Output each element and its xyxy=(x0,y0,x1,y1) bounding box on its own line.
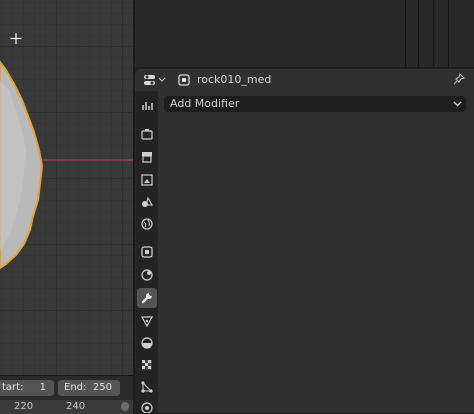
tab-particles[interactable] xyxy=(137,311,157,331)
start-frame-field[interactable]: tart: 1 xyxy=(0,380,54,396)
chevron-down-icon xyxy=(453,101,462,107)
object-name: rock010_med xyxy=(197,73,272,86)
scene-icon xyxy=(142,196,153,207)
tab-object[interactable] xyxy=(137,242,157,262)
physics-constraint-icon xyxy=(141,337,153,349)
properties-editor-icon xyxy=(144,75,166,85)
particles-icon xyxy=(140,316,154,328)
render-icon xyxy=(141,129,153,140)
3d-viewport[interactable] xyxy=(0,0,133,375)
tab-physics-constraints[interactable] xyxy=(137,333,157,353)
divider xyxy=(405,0,406,67)
scrollbar-handle[interactable] xyxy=(121,402,129,411)
wrench-icon xyxy=(141,293,152,304)
tab-physics[interactable] xyxy=(137,265,157,285)
world-icon xyxy=(141,218,153,230)
ruler-label: 240 xyxy=(66,401,86,412)
object-icon xyxy=(141,246,153,258)
modifiers-panel: Add Modifier xyxy=(158,91,474,413)
end-frame-label: End: xyxy=(64,382,87,393)
object-icon xyxy=(177,73,191,87)
divider xyxy=(418,0,419,67)
divider xyxy=(433,0,434,67)
viewport-scene xyxy=(0,33,133,270)
ruler-label: 220 xyxy=(14,401,34,412)
tab-view-layer[interactable] xyxy=(137,170,157,190)
tab-modifiers[interactable] xyxy=(137,288,157,308)
frame-ruler[interactable]: 220 240 xyxy=(0,400,133,414)
properties-editor: rock010_med Add Modifier xyxy=(135,69,474,413)
editor-type-button[interactable] xyxy=(141,72,167,88)
view-layer-icon xyxy=(141,174,153,186)
tab-render[interactable] xyxy=(137,124,157,144)
tab-texture[interactable] xyxy=(137,355,157,375)
pin-icon[interactable] xyxy=(452,72,466,86)
end-frame-value: 250 xyxy=(92,382,112,393)
tab-object-data[interactable] xyxy=(137,377,157,397)
3d-cursor-icon xyxy=(10,33,22,44)
output-icon xyxy=(142,152,152,163)
properties-tabs xyxy=(135,91,158,413)
physics-icon xyxy=(141,269,153,281)
tab-scene[interactable] xyxy=(137,192,157,212)
visibility-icon xyxy=(141,402,153,413)
start-frame-value: 1 xyxy=(39,382,46,393)
tab-visibility[interactable] xyxy=(137,398,157,413)
start-frame-label: tart: xyxy=(2,382,24,393)
add-modifier-dropdown[interactable]: Add Modifier xyxy=(164,96,466,112)
tab-output[interactable] xyxy=(137,147,157,167)
tool-icon xyxy=(142,102,153,110)
tab-tool[interactable] xyxy=(137,96,157,116)
end-frame-field[interactable]: End: 250 xyxy=(58,380,120,396)
tab-world[interactable] xyxy=(137,214,157,234)
texture-icon xyxy=(142,360,152,370)
object-data-icon xyxy=(141,381,153,393)
properties-header: rock010_med xyxy=(135,69,474,91)
add-modifier-label: Add Modifier xyxy=(170,97,240,110)
timeline: tart: 1 End: 250 220 240 xyxy=(0,375,133,414)
divider xyxy=(448,0,449,67)
top-editor-area xyxy=(135,0,474,67)
